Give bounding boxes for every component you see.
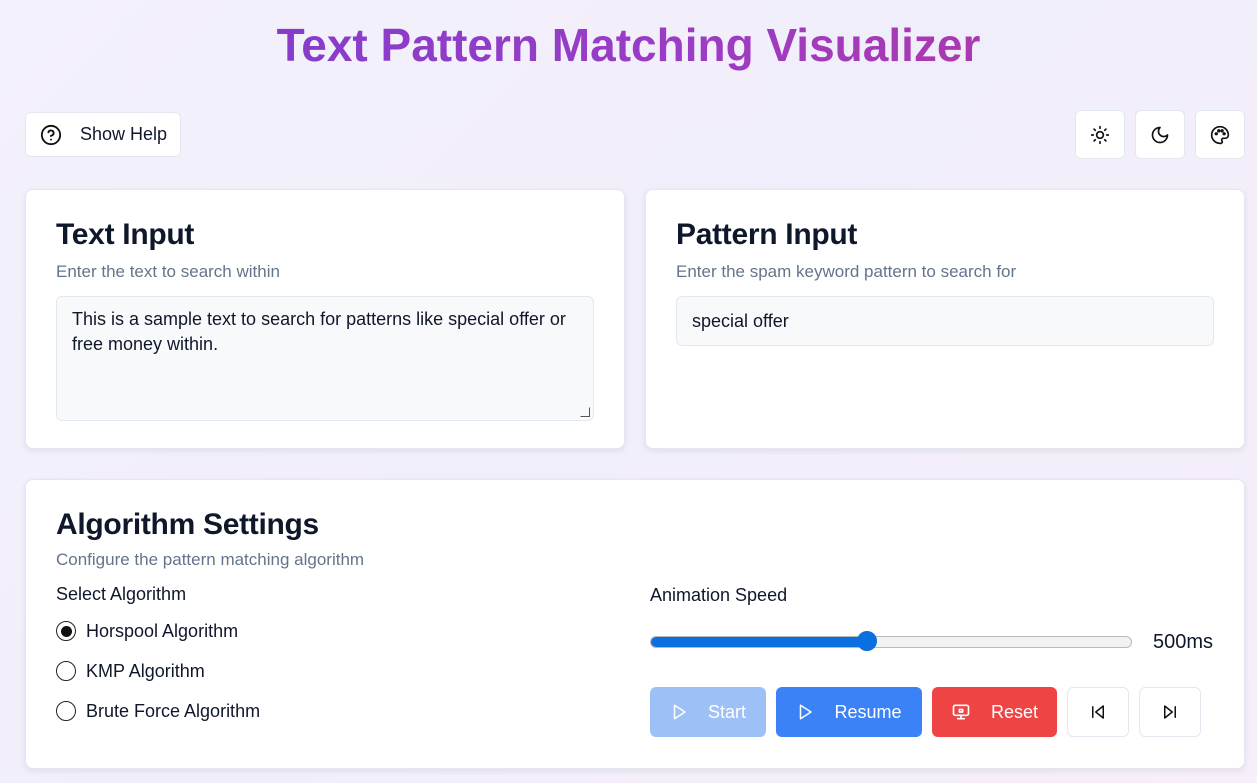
algorithm-settings-heading: Algorithm Settings: [56, 508, 319, 541]
step-back-button[interactable]: [1067, 687, 1129, 737]
resume-label: Resume: [834, 701, 902, 722]
radio-kmp[interactable]: KMP Algorithm: [56, 651, 260, 691]
text-input-textarea[interactable]: This is a sample text to search for patt…: [56, 296, 594, 421]
radio-label: KMP Algorithm: [86, 660, 205, 681]
reset-label: Reset: [990, 701, 1039, 722]
moon-icon: [1150, 125, 1170, 145]
algorithm-settings-card: Algorithm Settings Configure the pattern…: [25, 479, 1245, 769]
text-input-card: Text Input Enter the text to search with…: [25, 189, 625, 449]
speed-slider-track[interactable]: [650, 636, 1132, 648]
palette-icon: [1210, 125, 1230, 145]
monitor-reset-icon: [951, 702, 971, 722]
start-button[interactable]: Start: [650, 687, 766, 737]
speed-slider-fill: [651, 637, 867, 647]
resume-button[interactable]: Resume: [776, 687, 922, 737]
resize-handle-icon[interactable]: [580, 407, 590, 417]
reset-button[interactable]: Reset: [932, 687, 1057, 737]
speed-value: 500ms: [1153, 631, 1214, 653]
help-circle-icon: [40, 124, 62, 146]
animation-speed-label: Animation Speed: [650, 585, 788, 605]
dark-theme-button[interactable]: [1135, 110, 1185, 159]
play-icon: [796, 703, 814, 721]
select-algorithm-label: Select Algorithm: [56, 584, 187, 604]
start-label: Start: [707, 701, 746, 722]
radio-brute-force[interactable]: Brute Force Algorithm: [56, 691, 260, 731]
radio-button[interactable]: [56, 701, 76, 721]
pattern-input-field[interactable]: special offer: [676, 296, 1214, 346]
sun-icon: [1090, 125, 1110, 145]
text-input-description: Enter the text to search within: [56, 262, 280, 281]
speed-slider-thumb[interactable]: [856, 631, 877, 651]
show-help-label: Show Help: [80, 124, 168, 144]
text-input-heading: Text Input: [56, 218, 195, 251]
algorithm-settings-description: Configure the pattern matching algorithm: [56, 550, 365, 569]
step-forward-button[interactable]: [1139, 687, 1201, 737]
radio-button[interactable]: [56, 621, 76, 641]
page-title: Text Pattern Matching Visualizer: [0, 18, 1257, 72]
pattern-input-heading: Pattern Input: [676, 218, 858, 251]
color-theme-button[interactable]: [1195, 110, 1245, 159]
text-input-value: This is a sample text to search for patt…: [72, 309, 566, 354]
pattern-input-value: special offer: [692, 310, 789, 331]
radio-label: Horspool Algorithm: [86, 620, 239, 641]
pattern-input-description: Enter the spam keyword pattern to search…: [676, 262, 1017, 281]
radio-horspool[interactable]: Horspool Algorithm: [56, 611, 260, 651]
skip-forward-icon: [1161, 703, 1179, 721]
play-icon: [670, 703, 688, 721]
show-help-button[interactable]: Show Help: [25, 112, 181, 157]
light-theme-button[interactable]: [1075, 110, 1125, 159]
pattern-input-card: Pattern Input Enter the spam keyword pat…: [645, 189, 1245, 449]
radio-button[interactable]: [56, 661, 76, 681]
skip-back-icon: [1089, 703, 1107, 721]
radio-label: Brute Force Algorithm: [86, 700, 261, 721]
